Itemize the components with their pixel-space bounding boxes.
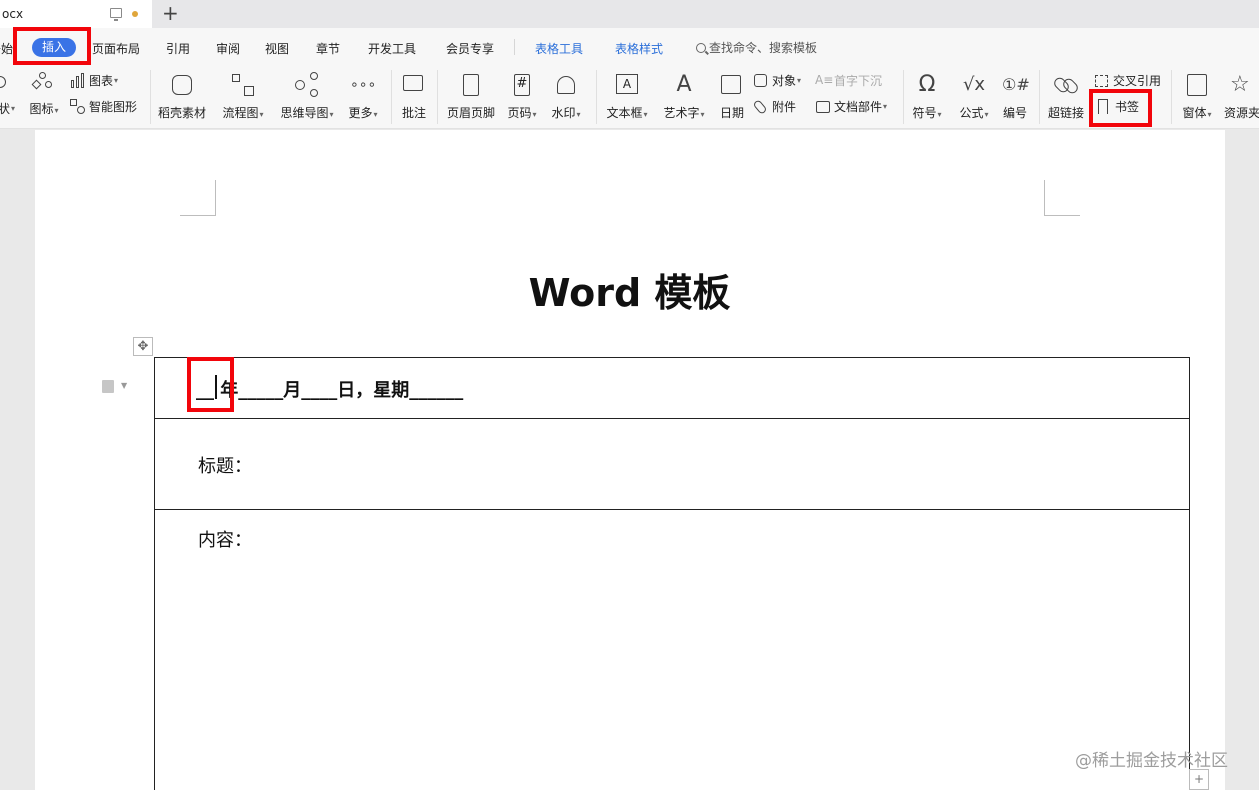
insert-ribbon: 状 ▾ 图标▾ 图表 ▾ 智能图形 稻壳素材 流程图▾ 思维导图▾ ∘∘∘ 更多… [0,66,1259,129]
watermark-text: @稀土掘金技术社区 [1075,751,1228,771]
textbox-button[interactable]: A 文本框▾ [603,72,651,121]
menu-divider [514,39,515,55]
material-icon [169,72,195,98]
calendar-icon [719,72,745,98]
menu-member[interactable]: 会员专享 [446,40,494,57]
flowchart-button[interactable]: 流程图▾ [219,72,267,121]
textbox-icon: A [614,72,640,98]
paperclip-icon [752,98,769,115]
command-search-text: 查找命令、搜索模板 [709,41,818,55]
watermark-icon [553,72,579,98]
menu-table-style[interactable]: 表格样式 [615,40,663,57]
formula-icon: √x [962,74,986,95]
header-footer-icon [458,72,484,98]
object-button[interactable]: 对象 ▾ [753,72,801,89]
shape-partial[interactable] [0,75,13,91]
chevron-down-icon[interactable]: ▼ [121,381,127,390]
menu-layout[interactable]: 页面布局 [92,40,140,57]
omega-icon: Ω [918,72,936,97]
document-tab-name: ocx [2,7,24,21]
attachment-button[interactable]: 附件 [752,98,796,115]
ribbon-divider [596,70,597,124]
menu-bar: 开始 插入 页面布局 引用 审阅 视图 章节 开发工具 会员专享 表格工具 表格… [0,28,1259,66]
highlight-bookmark [1089,89,1152,127]
highlight-insert-menu [13,27,91,65]
flowchart-icon [230,72,256,98]
wordart-button[interactable]: A 艺术字▾ [660,72,708,121]
doc-parts-icon [815,99,831,115]
tab-bar: ocx + [0,0,1259,28]
link-icon [1051,72,1081,98]
mindmap-button[interactable]: 思维导图▾ [277,72,337,121]
page-number-button[interactable]: # 页码▾ [504,72,540,121]
material-button[interactable]: 稻壳素材 [157,72,207,121]
cross-reference-button[interactable]: 交叉引用 [1094,72,1161,89]
ribbon-divider [437,70,438,124]
menu-dev-tools[interactable]: 开发工具 [368,40,416,57]
menu-review[interactable]: 审阅 [216,40,240,57]
ribbon-divider [903,70,904,124]
dropcap-icon: A≡ [815,72,834,87]
menu-view[interactable]: 视图 [265,40,289,57]
ribbon-divider [391,70,392,124]
numbering-icon: ①# [1002,75,1030,94]
comment-icon [401,72,427,98]
unsaved-dot-icon [132,11,138,17]
date-line-cell[interactable]: __ 年_____月____日，星期______ [196,376,463,402]
dropcap-button[interactable]: A≡ 首字下沉 [815,72,882,89]
page-number-icon: # [509,72,535,98]
formula-button[interactable]: √x 公式▾ [955,72,993,121]
document-tab[interactable]: ocx [0,0,152,28]
numbering-button[interactable]: ①# 编号 [1000,72,1030,121]
symbol-button[interactable]: Ω 符号▾ [909,72,945,121]
resources-button[interactable]: ☆ 资源夹 [1224,72,1259,121]
menu-reference[interactable]: 引用 [166,40,190,57]
table-row-divider [155,418,1189,419]
ribbon-divider [1171,70,1172,124]
date-button[interactable]: 日期 [716,72,748,121]
doc-parts-button[interactable]: 文档部件 ▾ [815,98,887,115]
bar-chart-icon [70,72,86,89]
menu-section[interactable]: 章节 [316,40,340,57]
menu-start[interactable]: 开始 [0,40,13,57]
form-icon [1184,72,1210,98]
object-icon [753,73,769,89]
icons-grid-icon [31,72,55,94]
margin-corner-top-left [180,180,216,216]
ribbon-divider [150,70,151,124]
more-button[interactable]: ∘∘∘ 更多▾ [344,72,382,121]
highlight-cursor-position [187,357,234,412]
new-tab-button[interactable]: + [162,2,179,24]
hyperlink-button[interactable]: 超链接 [1046,72,1086,121]
paragraph-doc-icon[interactable] [102,380,114,393]
search-icon [696,42,706,53]
shape-button[interactable]: 状 ▾ [0,100,15,117]
comment-button[interactable]: 批注 [398,72,430,121]
content-label[interactable]: 内容： [198,526,252,552]
shape-icon [0,75,10,91]
more-dots-icon: ∘∘∘ [350,77,377,93]
menu-table-tools[interactable]: 表格工具 [535,40,583,57]
cross-reference-icon [1094,73,1110,89]
command-search[interactable]: 查找命令、搜索模板 [696,39,817,56]
header-footer-button[interactable]: 页眉页脚 [444,72,498,121]
monitor-icon[interactable] [110,8,122,21]
template-table[interactable] [154,357,1190,790]
resources-star-icon: ☆ [1230,72,1250,97]
watermark-button[interactable]: 水印▾ [547,72,585,121]
icon-library-button[interactable]: 图标▾ [26,72,62,117]
table-row-divider [155,509,1189,510]
wordart-icon: A [676,72,692,97]
smart-shape-icon [70,98,86,115]
document-title[interactable]: Word 模板 [0,262,1259,317]
form-button[interactable]: 窗体▾ [1178,72,1216,121]
margin-corner-top-right [1044,180,1080,216]
table-add-row-icon[interactable]: + [1189,769,1209,790]
table-move-handle-icon[interactable]: ✥ [133,337,153,356]
mindmap-icon [294,72,320,98]
subject-label[interactable]: 标题： [198,452,252,478]
ribbon-divider [1039,70,1040,124]
smart-shape-button[interactable]: 智能图形 [70,98,137,115]
chart-button[interactable]: 图表 ▾ [70,72,118,89]
